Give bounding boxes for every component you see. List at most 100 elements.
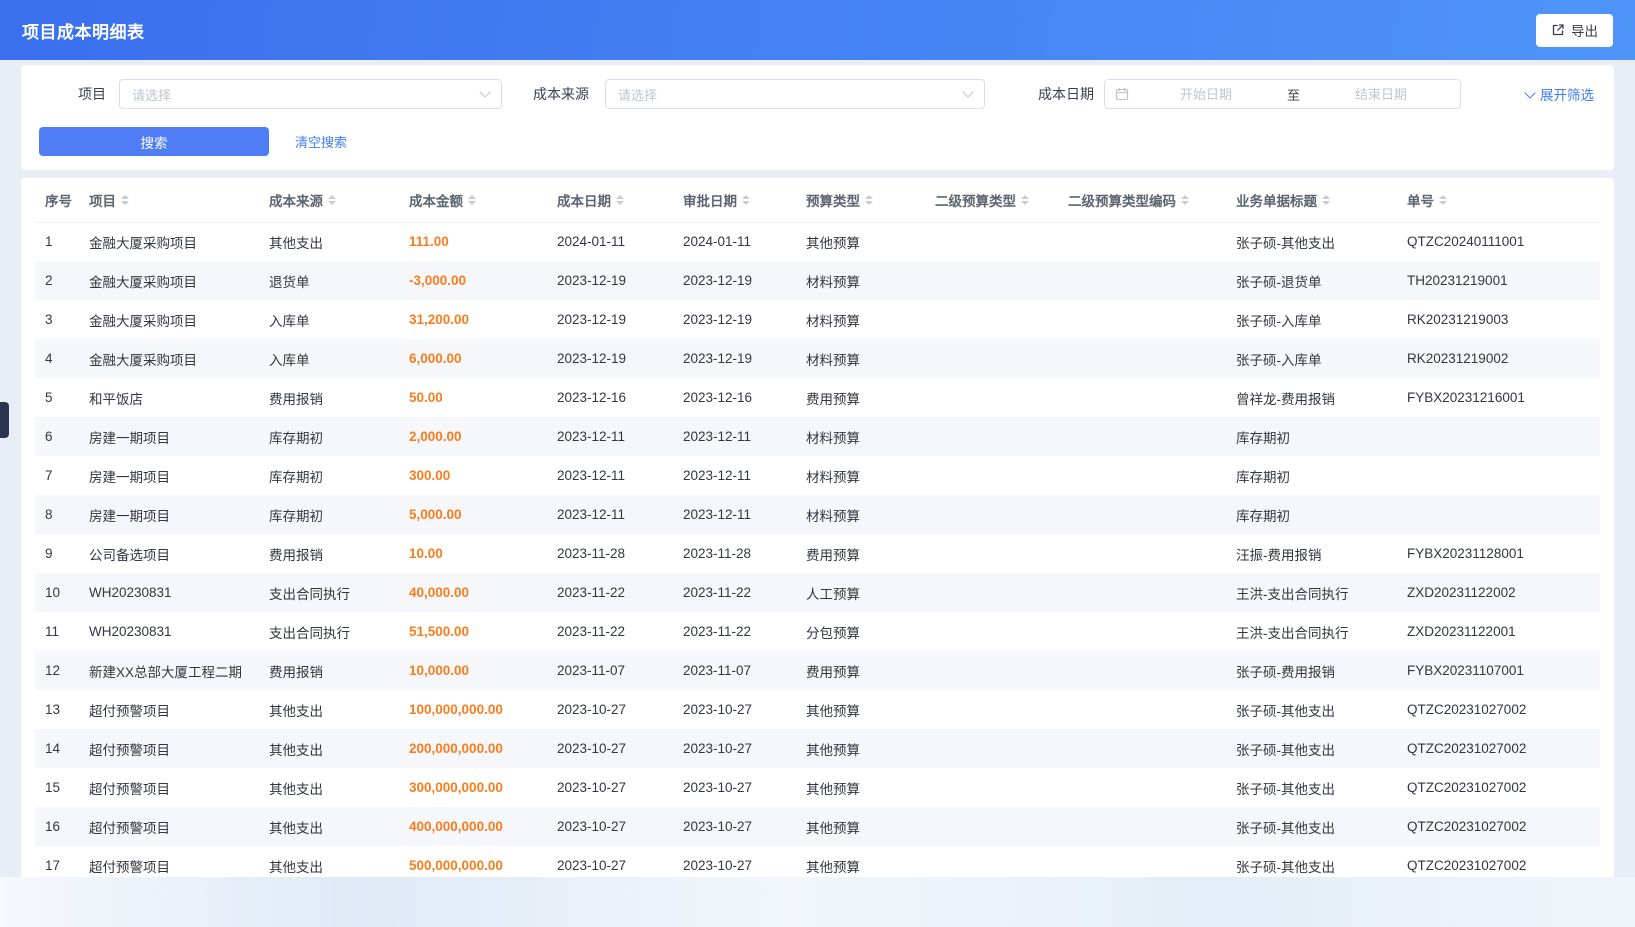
column-header[interactable]: 成本来源: [259, 178, 399, 222]
table-row[interactable]: 17超付预警项目其他支出500,000,000.002023-10-272023…: [35, 846, 1600, 877]
cell-sub-budget-code: [1058, 807, 1226, 846]
table-row[interactable]: 7房建一期项目库存期初300.002023-12-112023-12-11材料预…: [35, 456, 1600, 495]
cost-source-select[interactable]: 请选择: [605, 79, 985, 109]
cell-doc-no: [1397, 456, 1600, 495]
table-row[interactable]: 8房建一期项目库存期初5,000.002023-12-112023-12-11材…: [35, 495, 1600, 534]
sort-icon[interactable]: [1439, 191, 1447, 209]
cell-approval-date: 2023-10-27: [673, 690, 796, 729]
cell-budget-type: 其他预算: [796, 690, 925, 729]
search-button[interactable]: 搜索: [39, 127, 269, 156]
sort-icon[interactable]: [616, 191, 624, 209]
cost-date-range-picker[interactable]: 至: [1104, 79, 1461, 109]
table-row[interactable]: 9公司备选项目费用报销10.002023-11-282023-11-28费用预算…: [35, 534, 1600, 573]
column-header-label: 预算类型: [806, 194, 860, 209]
column-header: 序号: [35, 178, 79, 222]
chevron-down-icon: [1524, 87, 1535, 98]
sort-icon[interactable]: [1322, 191, 1330, 209]
cell-project: 超付预警项目: [79, 807, 259, 846]
table-row[interactable]: 5和平饭店费用报销50.002023-12-162023-12-16费用预算曾祥…: [35, 378, 1600, 417]
sort-icon[interactable]: [121, 191, 129, 209]
column-header[interactable]: 二级预算类型编码: [1058, 178, 1226, 222]
cell-doc-no: QTZC20231027002: [1397, 768, 1600, 807]
cell-source: 其他支出: [259, 807, 399, 846]
sort-icon[interactable]: [1021, 191, 1029, 209]
cell-budget-type: 材料预算: [796, 339, 925, 378]
sort-icon[interactable]: [1181, 191, 1189, 209]
cell-project: 超付预警项目: [79, 846, 259, 877]
table-row[interactable]: 16超付预警项目其他支出400,000,000.002023-10-272023…: [35, 807, 1600, 846]
column-header[interactable]: 业务单据标题: [1226, 178, 1397, 222]
cell-cost-date: 2023-12-11: [547, 456, 673, 495]
cell-approval-date: 2023-11-22: [673, 612, 796, 651]
column-header[interactable]: 成本金额: [399, 178, 547, 222]
cell-source: 库存期初: [259, 456, 399, 495]
export-button-label: 导出: [1571, 20, 1598, 40]
cell-budget-type: 费用预算: [796, 378, 925, 417]
cell-doc-title: 张子硕-退货单: [1226, 261, 1397, 300]
filter-row: 项目 请选择 成本来源 请选择 成本日期 至 展开筛选: [21, 65, 1614, 109]
table-row[interactable]: 2金融大厦采购项目退货单-3,000.002023-12-192023-12-1…: [35, 261, 1600, 300]
cell-doc-title: 曾祥龙-费用报销: [1226, 378, 1397, 417]
sidebar-toggle-handle[interactable]: [0, 402, 9, 438]
cell-amount: 300.00: [399, 456, 547, 495]
cell-budget-type: 材料预算: [796, 261, 925, 300]
cell-project: 金融大厦采购项目: [79, 300, 259, 339]
cell-amount: 10.00: [399, 534, 547, 573]
cell-amount: 6,000.00: [399, 339, 547, 378]
cell-source: 其他支出: [259, 690, 399, 729]
cell-sub-budget-type: [925, 495, 1058, 534]
cell-doc-no: TH20231219001: [1397, 261, 1600, 300]
clear-search-link[interactable]: 清空搜索: [295, 132, 347, 151]
cell-sub-budget-code: [1058, 417, 1226, 456]
table-row[interactable]: 12新建XX总部大厦工程二期费用报销10,000.002023-11-07202…: [35, 651, 1600, 690]
cell-doc-no: QTZC20231027002: [1397, 690, 1600, 729]
cell-source: 费用报销: [259, 534, 399, 573]
cell-doc-no: FYBX20231216001: [1397, 378, 1600, 417]
table-row[interactable]: 11WH20230831支出合同执行51,500.002023-11-22202…: [35, 612, 1600, 651]
cell-source: 库存期初: [259, 417, 399, 456]
table-row[interactable]: 1金融大厦采购项目其他支出111.002024-01-112024-01-11其…: [35, 222, 1600, 261]
sort-icon[interactable]: [742, 191, 750, 209]
column-header[interactable]: 二级预算类型: [925, 178, 1058, 222]
project-select[interactable]: 请选择: [119, 79, 502, 109]
cell-source: 支出合同执行: [259, 612, 399, 651]
cell-cost-date: 2023-12-19: [547, 300, 673, 339]
sort-icon[interactable]: [468, 191, 476, 209]
end-date-input[interactable]: [1312, 87, 1450, 102]
sort-icon[interactable]: [328, 191, 336, 209]
cell-doc-no: ZXD20231122002: [1397, 573, 1600, 612]
column-header[interactable]: 项目: [79, 178, 259, 222]
cell-amount: -3,000.00: [399, 261, 547, 300]
cell-budget-type: 其他预算: [796, 729, 925, 768]
start-date-input[interactable]: [1137, 87, 1275, 102]
cell-approval-date: 2023-12-11: [673, 456, 796, 495]
cell-cost-date: 2024-01-11: [547, 222, 673, 261]
cell-sub-budget-code: [1058, 222, 1226, 261]
column-header[interactable]: 审批日期: [673, 178, 796, 222]
column-header-label: 项目: [89, 194, 116, 209]
table-row[interactable]: 4金融大厦采购项目入库单6,000.002023-12-192023-12-19…: [35, 339, 1600, 378]
cell-doc-title: 张子硕-其他支出: [1226, 690, 1397, 729]
export-button[interactable]: 导出: [1536, 14, 1613, 47]
table-row[interactable]: 15超付预警项目其他支出300,000,000.002023-10-272023…: [35, 768, 1600, 807]
table-row[interactable]: 6房建一期项目库存期初2,000.002023-12-112023-12-11材…: [35, 417, 1600, 456]
cell-cost-date: 2023-11-07: [547, 651, 673, 690]
cell-doc-title: 库存期初: [1226, 495, 1397, 534]
cell-no: 4: [35, 339, 79, 378]
table-row[interactable]: 14超付预警项目其他支出200,000,000.002023-10-272023…: [35, 729, 1600, 768]
cell-doc-title: 王洪-支出合同执行: [1226, 612, 1397, 651]
expand-filter-link[interactable]: 展开筛选: [1526, 84, 1594, 104]
sort-icon[interactable]: [865, 191, 873, 209]
cell-approval-date: 2023-12-16: [673, 378, 796, 417]
cell-no: 10: [35, 573, 79, 612]
cell-no: 3: [35, 300, 79, 339]
column-header[interactable]: 预算类型: [796, 178, 925, 222]
table-row[interactable]: 10WH20230831支出合同执行40,000.002023-11-22202…: [35, 573, 1600, 612]
column-header-label: 二级预算类型: [935, 194, 1016, 209]
column-header-label: 审批日期: [683, 194, 737, 209]
table-row[interactable]: 3金融大厦采购项目入库单31,200.002023-12-192023-12-1…: [35, 300, 1600, 339]
table-row[interactable]: 13超付预警项目其他支出100,000,000.002023-10-272023…: [35, 690, 1600, 729]
column-header[interactable]: 单号: [1397, 178, 1600, 222]
cell-project: 超付预警项目: [79, 768, 259, 807]
column-header[interactable]: 成本日期: [547, 178, 673, 222]
